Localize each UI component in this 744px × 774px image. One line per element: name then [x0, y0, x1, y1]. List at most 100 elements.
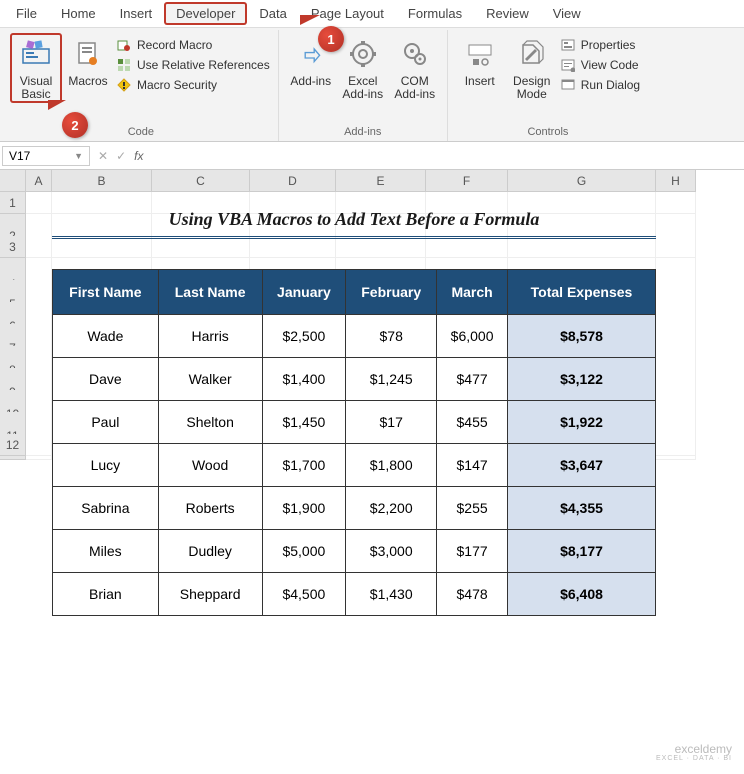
table-cell[interactable]: Walker	[158, 358, 262, 401]
col-header-E[interactable]: E	[336, 170, 426, 192]
use-relative-references-button[interactable]: Use Relative References	[116, 57, 270, 73]
tab-developer[interactable]: Developer	[164, 2, 247, 25]
table-cell[interactable]: Wade	[53, 315, 159, 358]
table-cell[interactable]: $4,500	[262, 573, 346, 616]
table-cell[interactable]: $3,647	[508, 444, 656, 487]
table-cell[interactable]: Harris	[158, 315, 262, 358]
table-cell[interactable]: $78	[346, 315, 437, 358]
table-row: DaveWalker$1,400$1,245$477$3,122	[53, 358, 656, 401]
table-cell[interactable]: $1,800	[346, 444, 437, 487]
table-cell[interactable]: Lucy	[53, 444, 159, 487]
cell[interactable]	[656, 434, 696, 456]
group-controls-label: Controls	[454, 124, 642, 141]
controls-group-small-items: Properties View Code Run Dialog	[558, 33, 642, 97]
record-macro-button[interactable]: Record Macro	[116, 37, 270, 53]
cell[interactable]	[26, 192, 52, 214]
table-cell[interactable]: $255	[437, 487, 508, 530]
design-mode-button[interactable]: Design Mode	[506, 33, 558, 103]
use-rel-refs-icon	[116, 57, 132, 73]
view-code-icon	[560, 57, 576, 73]
tab-view[interactable]: View	[541, 2, 593, 25]
col-header-B[interactable]: B	[52, 170, 152, 192]
select-all-corner[interactable]	[0, 170, 26, 192]
col-header-C[interactable]: C	[152, 170, 250, 192]
properties-button[interactable]: Properties	[560, 37, 640, 53]
table-cell[interactable]: $147	[437, 444, 508, 487]
table-cell[interactable]: $2,200	[346, 487, 437, 530]
table-cell[interactable]: Dave	[53, 358, 159, 401]
watermark-main: exceldemy	[656, 743, 732, 755]
row-header-3[interactable]: 3	[0, 236, 26, 258]
table-cell[interactable]: Dudley	[158, 530, 262, 573]
table-cell[interactable]: $8,578	[508, 315, 656, 358]
col-header-H[interactable]: H	[656, 170, 696, 192]
table-cell[interactable]: $1,900	[262, 487, 346, 530]
col-header-F[interactable]: F	[426, 170, 508, 192]
table-cell[interactable]: $1,400	[262, 358, 346, 401]
name-box[interactable]: V17 ▼	[2, 146, 90, 166]
table-cell[interactable]: $1,922	[508, 401, 656, 444]
table-cell[interactable]: Roberts	[158, 487, 262, 530]
table-cell[interactable]: $4,355	[508, 487, 656, 530]
table-cell[interactable]: Miles	[53, 530, 159, 573]
table-cell[interactable]: $6,000	[437, 315, 508, 358]
row-header-1[interactable]: 1	[0, 192, 26, 214]
tab-file[interactable]: File	[4, 2, 49, 25]
insert-control-button[interactable]: Insert	[454, 33, 506, 90]
insert-control-icon	[463, 37, 497, 71]
table-cell[interactable]: $3,122	[508, 358, 656, 401]
table-cell[interactable]: $2,500	[262, 315, 346, 358]
macro-security-label: Macro Security	[137, 78, 217, 92]
col-header-A[interactable]: A	[26, 170, 52, 192]
table-cell[interactable]: $5,000	[262, 530, 346, 573]
col-header-D[interactable]: D	[250, 170, 336, 192]
cell[interactable]	[656, 236, 696, 258]
table-cell[interactable]: $477	[437, 358, 508, 401]
table-cell[interactable]: $478	[437, 573, 508, 616]
table-cell[interactable]: Sabrina	[53, 487, 159, 530]
cell[interactable]	[656, 192, 696, 214]
table-cell[interactable]: $1,245	[346, 358, 437, 401]
table-cell[interactable]: $1,430	[346, 573, 437, 616]
name-box-dropdown-icon: ▼	[74, 151, 83, 161]
view-code-button[interactable]: View Code	[560, 57, 640, 73]
record-macro-label: Record Macro	[137, 38, 212, 52]
tab-review[interactable]: Review	[474, 2, 541, 25]
table-cell[interactable]: Shelton	[158, 401, 262, 444]
table-cell[interactable]: Sheppard	[158, 573, 262, 616]
tab-formulas[interactable]: Formulas	[396, 2, 474, 25]
table-header: January	[262, 270, 346, 315]
fx-icon[interactable]: fx	[134, 149, 143, 163]
ribbon: Visual Basic Macros Record Macro	[0, 28, 744, 142]
cell[interactable]	[26, 236, 52, 258]
excel-addins-button[interactable]: Excel Add-ins	[337, 33, 389, 103]
cell[interactable]	[26, 434, 52, 456]
tab-data[interactable]: Data	[247, 2, 298, 25]
table-cell[interactable]: $177	[437, 530, 508, 573]
macro-security-button[interactable]: Macro Security	[116, 77, 270, 93]
table-cell[interactable]: $1,700	[262, 444, 346, 487]
table-cell[interactable]: $3,000	[346, 530, 437, 573]
table-cell[interactable]: $8,177	[508, 530, 656, 573]
visual-basic-button[interactable]: Visual Basic	[10, 33, 62, 103]
properties-icon	[560, 37, 576, 53]
table-cell[interactable]: Brian	[53, 573, 159, 616]
col-header-G[interactable]: G	[508, 170, 656, 192]
visual-basic-label: Visual Basic	[12, 75, 60, 101]
table-cell[interactable]: Paul	[53, 401, 159, 444]
tab-home[interactable]: Home	[49, 2, 108, 25]
tab-insert[interactable]: Insert	[108, 2, 165, 25]
expenses-table: First NameLast NameJanuaryFebruaryMarchT…	[52, 269, 656, 616]
group-code: Visual Basic Macros Record Macro	[4, 30, 279, 141]
com-addins-button[interactable]: COM Add-ins	[389, 33, 441, 103]
table-cell[interactable]: $1,450	[262, 401, 346, 444]
row-header-12[interactable]: 12	[0, 434, 26, 456]
run-dialog-button[interactable]: Run Dialog	[560, 77, 640, 93]
table-cell[interactable]: $17	[346, 401, 437, 444]
formula-accept-icon[interactable]: ✓	[116, 149, 126, 163]
table-cell[interactable]: $6,408	[508, 573, 656, 616]
macros-button[interactable]: Macros	[62, 33, 114, 90]
table-cell[interactable]: $455	[437, 401, 508, 444]
formula-cancel-icon[interactable]: ✕	[98, 149, 108, 163]
table-cell[interactable]: Wood	[158, 444, 262, 487]
